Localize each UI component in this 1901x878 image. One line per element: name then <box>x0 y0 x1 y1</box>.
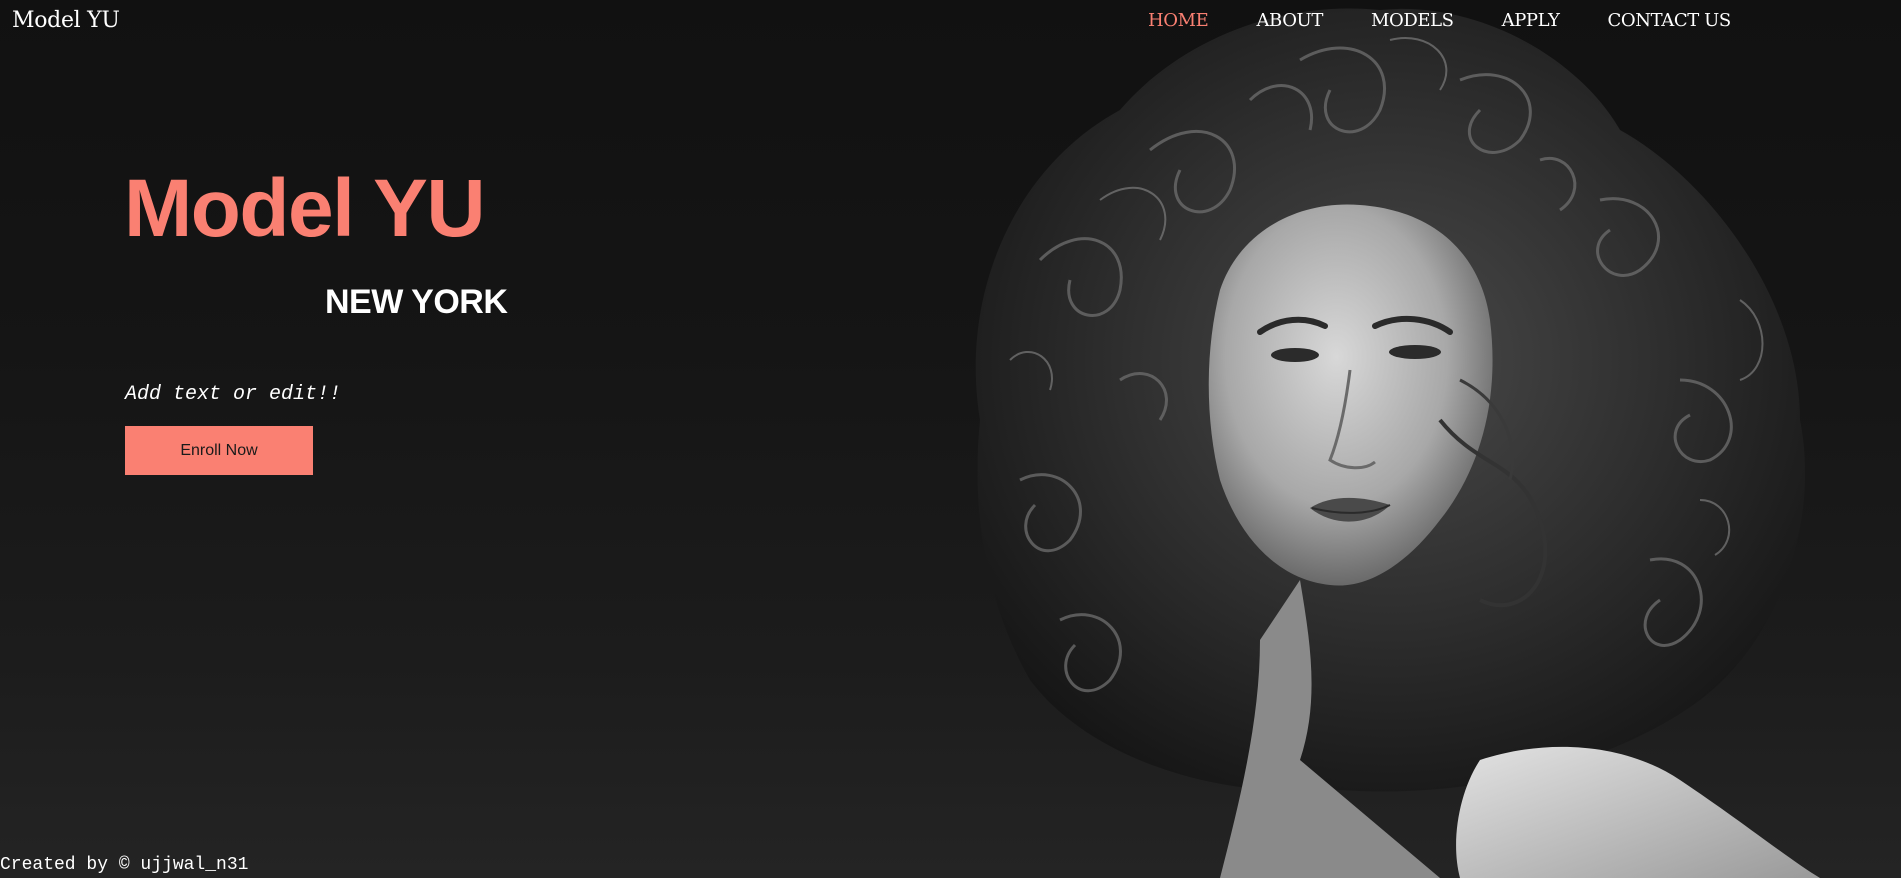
landing-page: Model YU HOME ABOUT MODELS APPLY CONTACT… <box>0 0 1901 878</box>
hero-subtitle: NEW YORK <box>325 283 508 321</box>
enroll-now-button[interactable]: Enroll Now <box>125 426 313 475</box>
nav-home[interactable]: HOME <box>1148 10 1209 31</box>
hero-note: Add text or edit!! <box>125 383 342 406</box>
nav-models[interactable]: MODELS <box>1371 10 1454 31</box>
hero-model-photo <box>920 0 1901 878</box>
nav-apply[interactable]: APPLY <box>1502 10 1560 31</box>
nav-about[interactable]: ABOUT <box>1256 10 1323 31</box>
hero-title: Model YU <box>124 163 486 254</box>
footer-credit: Created by © ujjwal_n31 <box>0 855 249 875</box>
brand-logo[interactable]: Model YU <box>12 8 120 33</box>
nav-contact-us[interactable]: CONTACT US <box>1608 10 1732 31</box>
main-nav: HOME ABOUT MODELS APPLY CONTACT US <box>1148 10 1779 31</box>
